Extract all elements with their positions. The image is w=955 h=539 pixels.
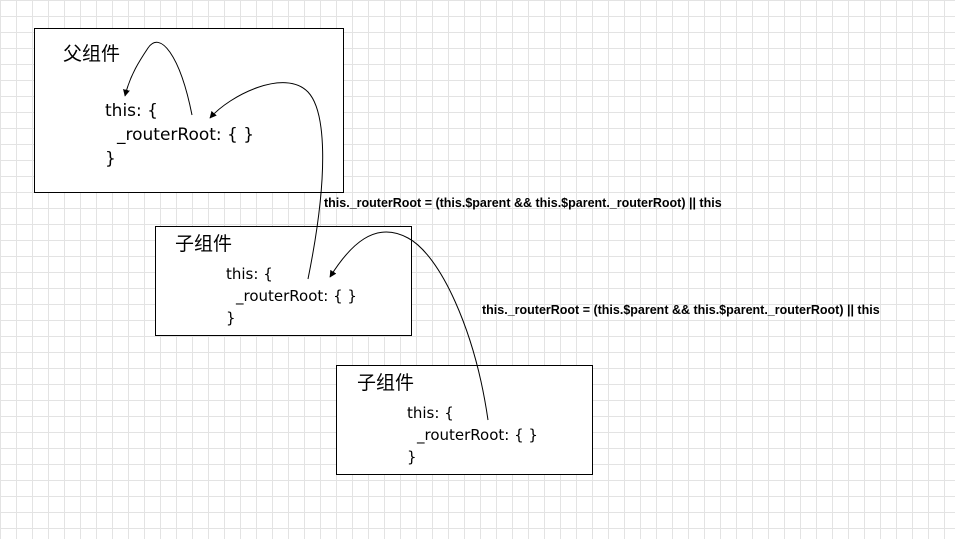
parent-component-box: 父组件 this: { _routerRoot: { } } <box>34 28 344 193</box>
parent-component-code: this: { _routerRoot: { } } <box>105 99 254 171</box>
child-component-box-1: 子组件 this: { _routerRoot: { } } <box>155 226 412 336</box>
parent-component-title: 父组件 <box>63 43 121 65</box>
code-line-close: } <box>226 309 236 327</box>
code-line-this-open: this: { <box>407 404 454 422</box>
code-line-router-root: _routerRoot: { } <box>417 426 538 444</box>
code-line-router-root: _routerRoot: { } <box>117 125 255 145</box>
code-line-this-open: this: { <box>226 265 273 283</box>
child-component-title-1: 子组件 <box>175 233 233 255</box>
child-component-title-2: 子组件 <box>357 372 415 394</box>
code-line-close: } <box>105 149 116 169</box>
formula-annotation-1: this._routerRoot = (this.$parent && this… <box>324 196 722 210</box>
code-line-close: } <box>407 448 417 466</box>
child-component-box-2: 子组件 this: { _routerRoot: { } } <box>336 365 593 475</box>
child-component-code-1: this: { _routerRoot: { } } <box>226 263 357 329</box>
formula-annotation-2: this._routerRoot = (this.$parent && this… <box>482 303 880 317</box>
diagram-canvas: 父组件 this: { _routerRoot: { } } 子组件 this:… <box>0 0 955 539</box>
child-component-code-2: this: { _routerRoot: { } } <box>407 402 538 468</box>
code-line-this-open: this: { <box>105 101 158 121</box>
code-line-router-root: _routerRoot: { } <box>236 287 357 305</box>
